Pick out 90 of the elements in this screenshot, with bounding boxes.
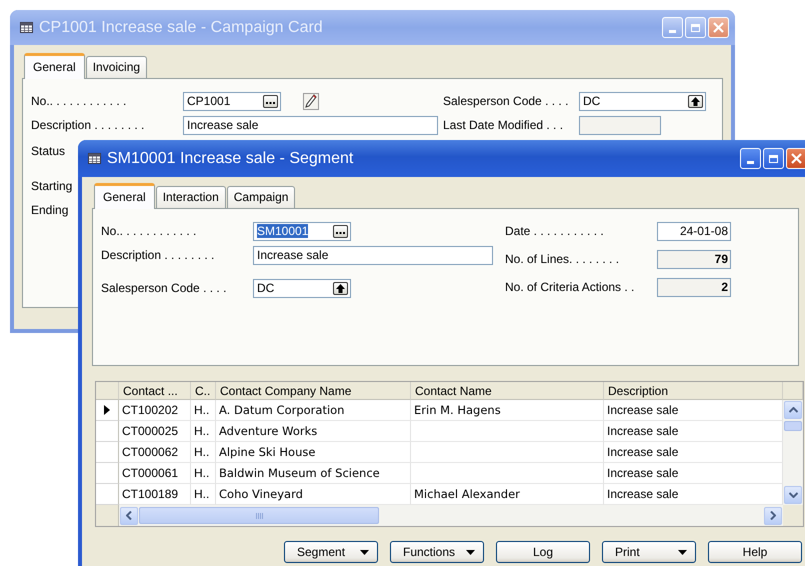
field-label: Last Date Modified . . . <box>443 118 564 132</box>
column-header[interactable]: Contact Company Name <box>216 382 411 400</box>
current-row-icon <box>104 405 110 415</box>
table-cell: Increase sale <box>604 463 783 484</box>
scroll-thumb[interactable] <box>139 507 379 524</box>
field-label: Date . . . . . . . . . . . <box>505 224 605 238</box>
chevron-up-icon <box>788 407 798 413</box>
input-field[interactable]: SM10001 <box>253 222 351 240</box>
column-header[interactable]: Contact Name <box>411 382 604 400</box>
field-label: Salesperson Code . . . . <box>443 94 570 108</box>
table-cell: H.. <box>191 463 216 484</box>
table-cell: CT100202 <box>119 400 191 421</box>
table-cell: Erin M. Hagens <box>411 400 604 421</box>
field-label: No.. . . . . . . . . . . . <box>101 224 198 238</box>
input-field[interactable]: Increase sale <box>253 246 493 264</box>
field-label: No. of Lines. . . . . . . . <box>505 252 620 266</box>
table-cell: A. Datum Corporation <box>216 400 411 421</box>
ellipsis-icon <box>266 102 275 104</box>
table-cell: H.. <box>191 442 216 463</box>
input-field[interactable]: 79 <box>657 250 731 268</box>
table-cell: H.. <box>191 421 216 442</box>
input-field[interactable]: DC <box>579 92 706 110</box>
up-arrow-icon <box>336 284 345 292</box>
vertical-scrollbar[interactable] <box>783 400 803 505</box>
input-field[interactable]: 24-01-08 <box>657 222 731 240</box>
scroll-right-button[interactable] <box>764 506 782 524</box>
table-cell: H.. <box>191 400 216 421</box>
table-icon <box>20 22 33 33</box>
tab[interactable]: Interaction <box>156 186 226 208</box>
caret-icon <box>360 550 369 554</box>
action-button[interactable]: Print <box>602 541 696 563</box>
scroll-left-button[interactable] <box>120 506 138 524</box>
scroll-up-button[interactable] <box>784 401 802 419</box>
horizontal-scrollbar[interactable] <box>119 505 783 526</box>
window-title: CP1001 Increase sale - Campaign Card <box>39 18 324 36</box>
tab[interactable]: Campaign <box>226 186 296 208</box>
input-field[interactable]: 2 <box>657 278 731 296</box>
lookup-button[interactable] <box>333 224 348 238</box>
chevron-left-icon <box>126 511 132 520</box>
window-title: SM10001 Increase sale - Segment <box>107 150 354 168</box>
table-cell: Increase sale <box>604 442 783 463</box>
scroll-thumb[interactable] <box>784 421 802 431</box>
column-header[interactable]: C.. <box>191 382 216 400</box>
column-header[interactable]: Description <box>604 382 783 400</box>
table-cell: CT000061 <box>119 463 191 484</box>
table-cell: Adventure Works <box>216 421 411 442</box>
ellipsis-icon <box>336 232 345 234</box>
column-header[interactable]: Contact ... <box>119 382 191 400</box>
minimize-button[interactable] <box>740 148 761 169</box>
up-arrow-icon <box>691 96 700 106</box>
action-button[interactable]: Help <box>708 541 802 563</box>
table-cell: Alpine Ski House <box>216 442 411 463</box>
table-cell: Baldwin Museum of Science <box>216 463 411 484</box>
dropdown-button[interactable] <box>333 282 348 294</box>
lookup-button[interactable] <box>263 94 278 108</box>
action-button[interactable]: Functions <box>390 541 484 563</box>
input-field[interactable]: Increase sale <box>183 116 438 134</box>
table-cell: Increase sale <box>604 400 783 421</box>
maximize-button[interactable] <box>763 148 784 169</box>
caret-icon <box>678 550 687 554</box>
grid-corner <box>96 505 119 526</box>
field-label: Ending <box>31 202 68 219</box>
table-cell: CT000062 <box>119 442 191 463</box>
field-label: Description . . . . . . . . <box>101 248 216 262</box>
tab[interactable]: General <box>94 183 155 209</box>
table-icon <box>88 153 101 164</box>
pencil-icon <box>305 94 317 108</box>
close-icon <box>713 22 724 33</box>
input-field[interactable] <box>579 116 661 134</box>
action-button[interactable]: Log <box>496 541 590 563</box>
grid-corner <box>96 382 119 400</box>
table-cell: CT000025 <box>119 421 191 442</box>
scroll-down-button[interactable] <box>784 486 802 504</box>
dropdown-button[interactable] <box>688 94 703 108</box>
caret-icon <box>466 550 475 554</box>
field-label: No. of Criteria Actions . . <box>505 280 636 294</box>
field-label: No.. . . . . . . . . . . . <box>31 94 128 108</box>
row-selector[interactable] <box>96 400 119 421</box>
table-cell: Increase sale <box>604 421 783 442</box>
grip-icon <box>256 512 262 518</box>
chevron-right-icon <box>770 511 776 520</box>
action-button[interactable]: Segment <box>284 541 378 563</box>
field-label: Salesperson Code . . . . <box>101 281 228 295</box>
field-label: Starting <box>31 178 72 195</box>
close-button[interactable] <box>786 148 805 169</box>
input-field[interactable]: DC <box>253 278 351 298</box>
field-label: Status <box>31 143 66 160</box>
close-icon <box>791 153 802 164</box>
field-label: Description . . . . . . . . <box>31 118 146 132</box>
chevron-down-icon <box>788 492 798 498</box>
